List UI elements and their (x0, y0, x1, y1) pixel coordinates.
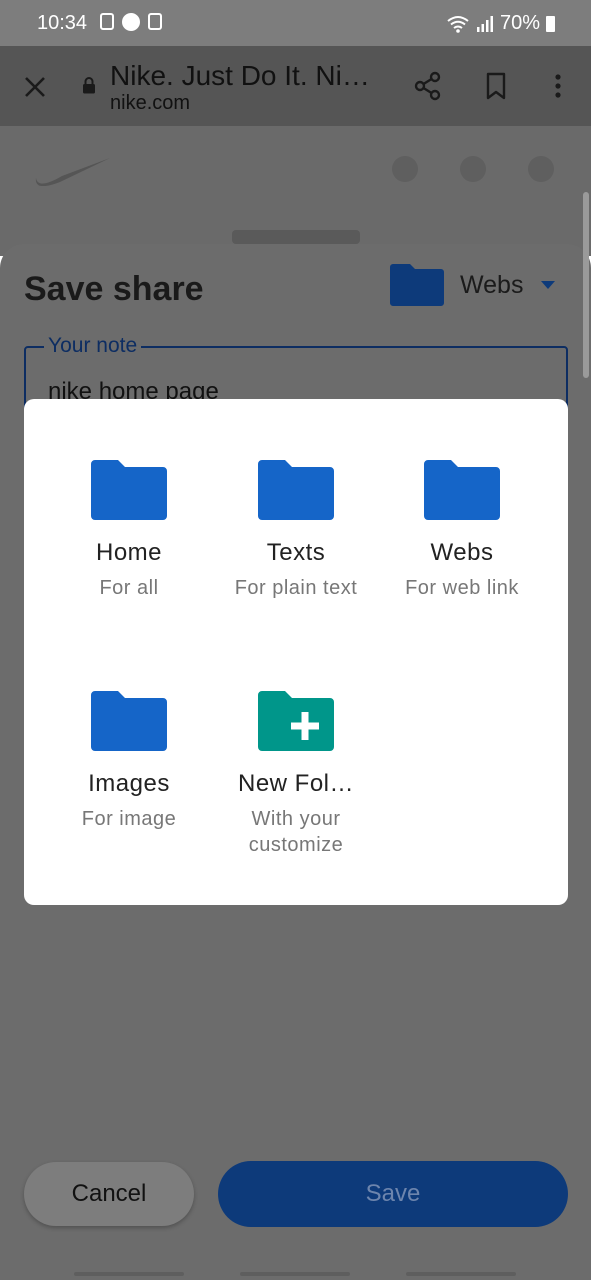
folder-icon (424, 460, 500, 520)
page-title: Nike. Just Do It. Ni… (110, 60, 370, 91)
site-banner (232, 230, 360, 244)
status-bar: 10:34 70% (0, 0, 591, 46)
lock-icon (83, 77, 95, 94)
notification-icon (100, 13, 114, 30)
folder-name: Home (95, 539, 163, 566)
dropdown-caret-icon (541, 281, 556, 289)
browser-toolbar: Nike. Just Do It. Ni… nike.com (0, 46, 591, 126)
status-time: 10:34 (37, 12, 88, 34)
folder-name: Texts (266, 539, 326, 566)
folder-description: For plain text (234, 577, 358, 599)
notification-icon (122, 13, 140, 31)
folder-item-home[interactable]: Home For all (46, 459, 212, 601)
more-options-icon[interactable] (542, 70, 574, 102)
system-nav-bar (0, 1250, 591, 1280)
folder-icon (91, 460, 167, 520)
status-right: 70% (446, 12, 555, 35)
folder-item-new-folder[interactable]: New Fol… With your customize (213, 690, 379, 858)
share-icon[interactable] (412, 70, 444, 102)
site-icon (392, 156, 418, 182)
folder-name: Images (88, 770, 170, 797)
folder-name: New Fol… (237, 770, 355, 797)
nav-back-handle[interactable] (406, 1272, 516, 1276)
signal-icon (476, 15, 493, 32)
page-url: nike.com (110, 92, 191, 114)
folder-description: For web link (405, 577, 519, 599)
site-icon (528, 156, 554, 182)
notification-icons (100, 13, 162, 31)
folder-icon (258, 460, 334, 520)
battery-level: 70% (499, 12, 540, 34)
note-label: Your note (44, 334, 142, 358)
folder-picker-dialog: Home For all Texts For plain text Webs F… (24, 399, 568, 905)
selected-folder-label: Webs (460, 270, 524, 299)
folder-description: With your customize (248, 808, 344, 856)
cancel-button[interactable]: Cancel (24, 1162, 194, 1226)
page-scrollbar[interactable] (583, 192, 589, 378)
folder-description: For all (99, 577, 159, 599)
sheet-title: Save share (24, 270, 204, 308)
nav-home-handle[interactable] (240, 1272, 350, 1276)
close-icon[interactable] (20, 72, 50, 102)
wifi-icon (447, 15, 469, 33)
nav-recent-handle[interactable] (74, 1272, 184, 1276)
new-folder-icon (258, 691, 334, 751)
notification-icon (148, 13, 162, 30)
folder-item-webs[interactable]: Webs For web link (379, 459, 545, 601)
folder-description: For image (81, 808, 177, 830)
folder-dropdown[interactable]: Webs (388, 262, 556, 308)
bookmark-icon[interactable] (480, 70, 512, 102)
folder-item-texts[interactable]: Texts For plain text (213, 459, 379, 601)
battery-icon (546, 15, 555, 32)
folder-name: Webs (430, 539, 494, 566)
folder-icon (91, 691, 167, 751)
save-button[interactable]: Save (218, 1161, 568, 1227)
website-content (0, 126, 591, 256)
nike-logo-icon (35, 158, 110, 186)
folder-item-images[interactable]: Images For image (46, 690, 212, 832)
site-icon (460, 156, 486, 182)
folder-icon (390, 264, 444, 306)
